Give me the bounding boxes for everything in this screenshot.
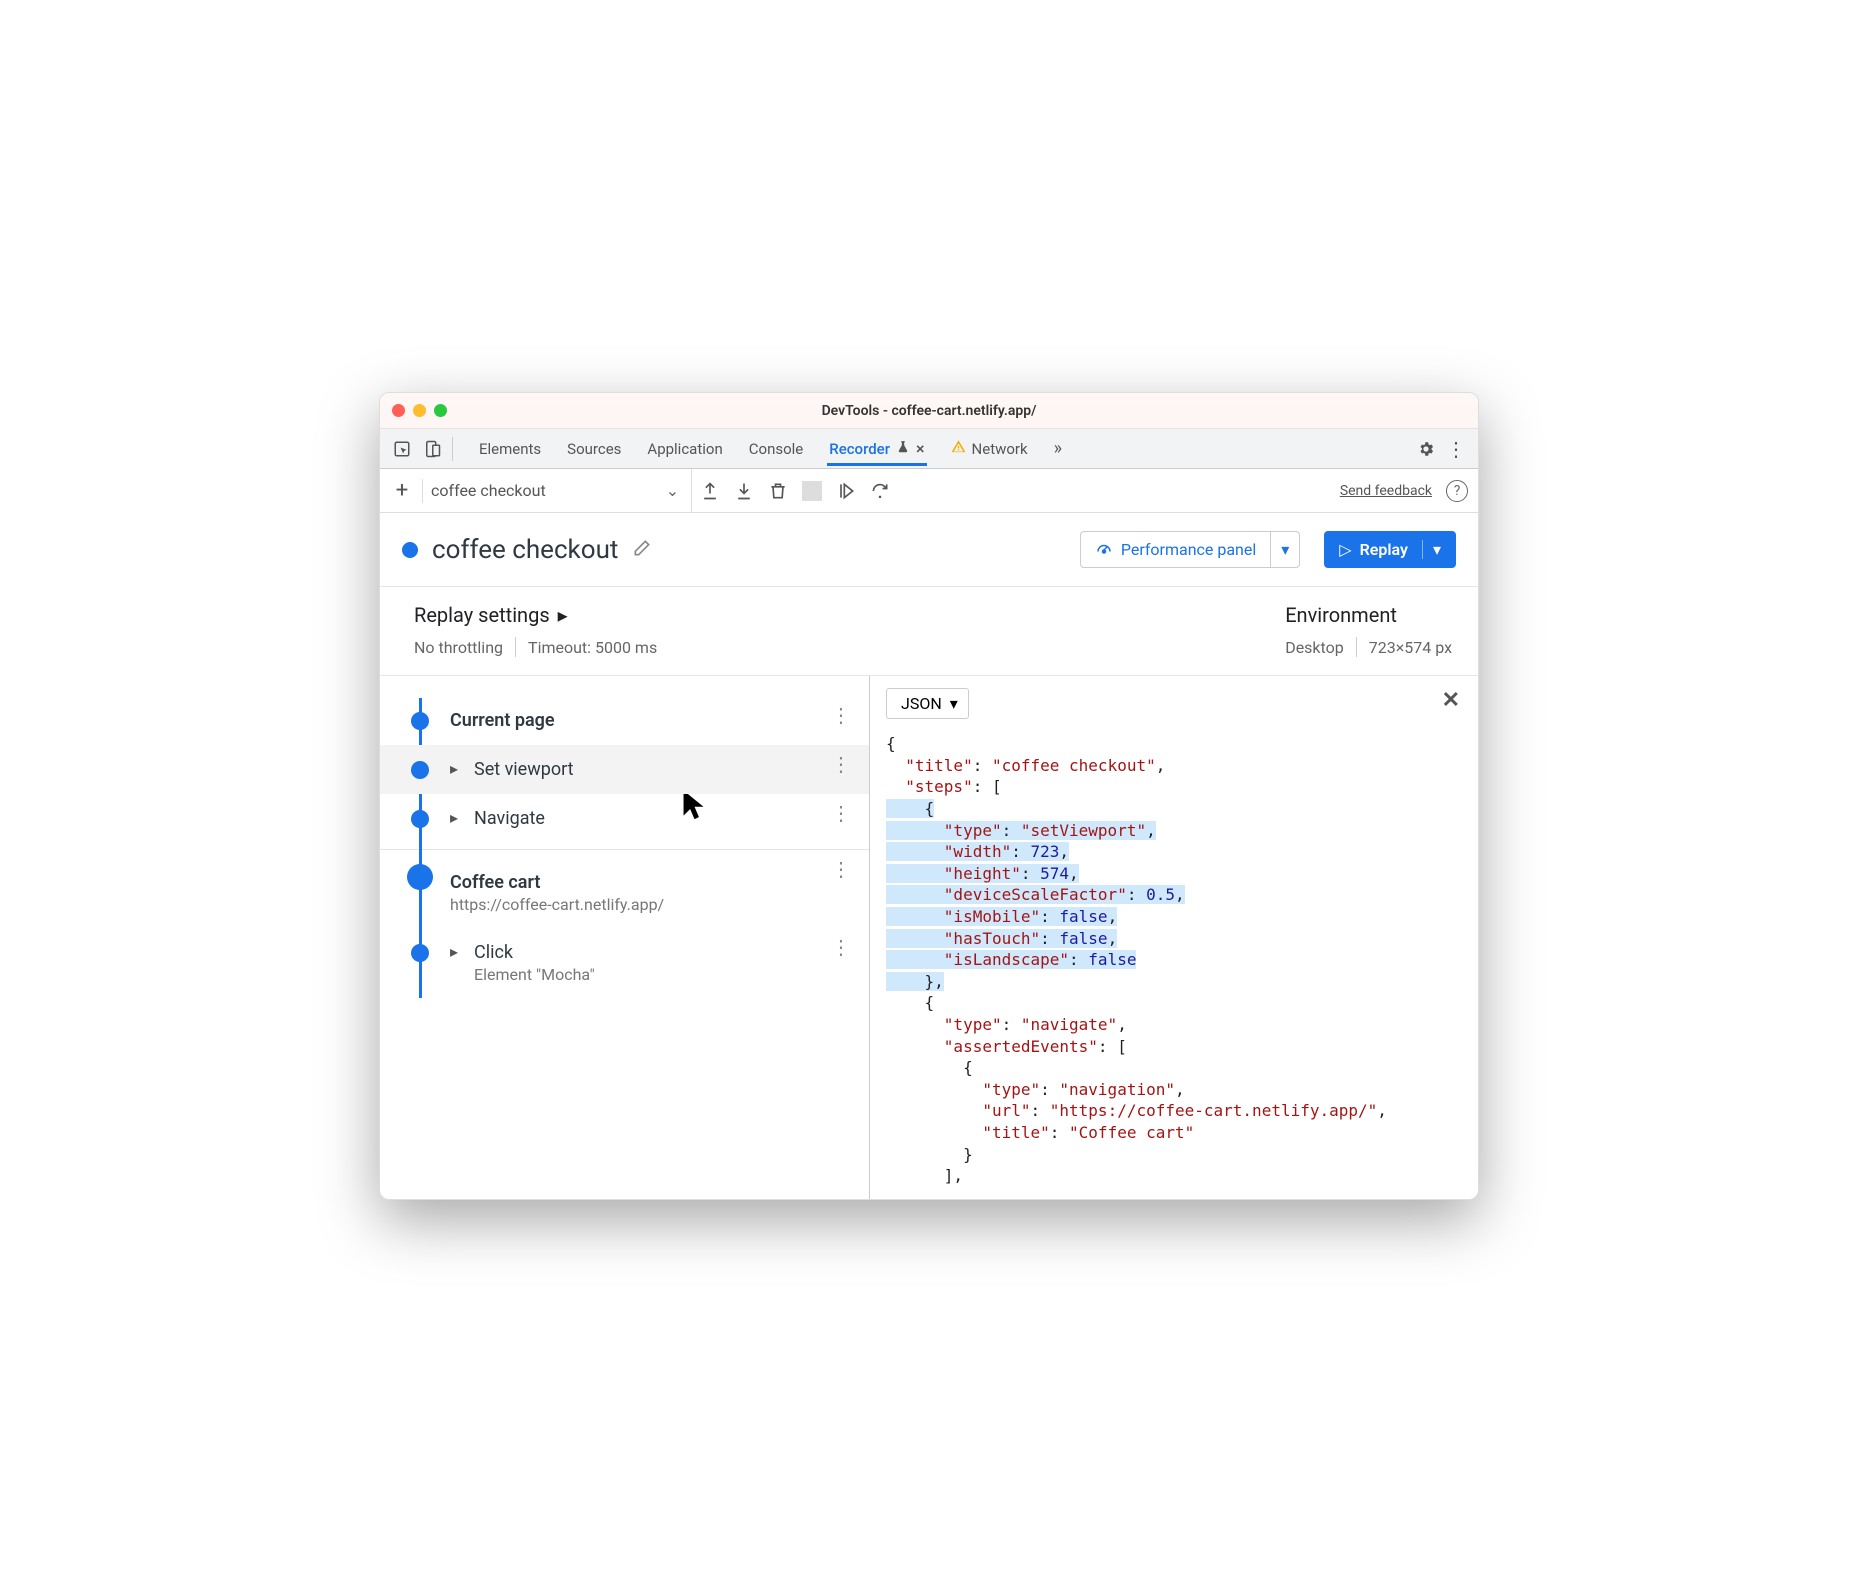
timeline-node-icon: [411, 761, 429, 779]
panel-tabs: Elements Sources Application Console Rec…: [477, 430, 1064, 467]
format-selector[interactable]: JSON ▾: [886, 688, 969, 719]
performance-panel-button[interactable]: Performance panel ▾: [1080, 531, 1300, 568]
step-subtitle: Element "Mocha": [474, 965, 595, 984]
edit-title-icon[interactable]: [632, 538, 652, 562]
chevron-down-icon: ⌄: [666, 481, 679, 500]
step-menu-icon[interactable]: ⋮: [831, 944, 851, 950]
close-tab-icon[interactable]: ×: [916, 439, 925, 458]
settings-row: Replay settings ▸ No throttling Timeout:…: [380, 587, 1478, 676]
env-viewport: 723×574 px: [1369, 638, 1452, 657]
recording-title: coffee checkout: [432, 535, 618, 565]
more-tabs-icon[interactable]: »: [1052, 430, 1064, 467]
throttling-value: No throttling: [414, 638, 503, 657]
inspect-element-icon[interactable]: [388, 435, 416, 463]
play-icon: ▷: [1339, 540, 1351, 559]
more-menu-icon[interactable]: ⋮: [1442, 435, 1470, 463]
step-title: Click: [474, 942, 595, 963]
new-recording-icon[interactable]: +: [390, 478, 414, 503]
recording-selector[interactable]: coffee checkout ⌄: [431, 469, 692, 512]
tab-sources[interactable]: Sources: [565, 432, 623, 466]
timeout-value: Timeout: 5000 ms: [528, 638, 657, 657]
step-menu-icon[interactable]: ⋮: [831, 761, 851, 767]
performance-panel-label: Performance panel: [1121, 540, 1256, 559]
json-output: { "title": "coffee checkout", "steps": […: [886, 733, 1462, 1186]
step-click[interactable]: ▸ Click Element "Mocha" ⋮: [380, 928, 869, 998]
gauge-icon: [1095, 541, 1113, 559]
step-coffee-cart[interactable]: Coffee cart https://coffee-cart.netlify.…: [380, 850, 869, 928]
send-feedback-link[interactable]: Send feedback: [1340, 483, 1432, 499]
device-toolbar-icon[interactable]: [418, 435, 446, 463]
flask-icon: [896, 440, 910, 458]
code-pane: JSON ▾ ✕ { "title": "coffee checkout", "…: [870, 676, 1478, 1198]
env-device: Desktop: [1285, 638, 1344, 657]
import-icon[interactable]: [734, 481, 754, 501]
performance-dropdown-icon[interactable]: ▾: [1270, 532, 1299, 567]
tab-application[interactable]: Application: [645, 432, 724, 466]
tab-recorder[interactable]: Recorder ×: [827, 431, 926, 466]
devtools-window: DevTools - coffee-cart.netlify.app/ Elem…: [379, 392, 1479, 1199]
step-current-page[interactable]: Current page ⋮: [380, 696, 869, 745]
format-label: JSON: [901, 694, 942, 713]
minimize-window-icon[interactable]: [413, 404, 426, 417]
replay-settings-toggle[interactable]: Replay settings ▸: [414, 603, 657, 627]
step-over-icon[interactable]: [870, 481, 890, 501]
settings-gear-icon[interactable]: [1412, 435, 1440, 463]
step-title: Set viewport: [474, 759, 574, 780]
timeline-node-icon: [407, 864, 433, 890]
replay-label: Replay: [1360, 540, 1408, 559]
warning-icon: [951, 439, 966, 458]
recording-selector-label: coffee checkout: [431, 481, 546, 500]
environment-heading: Environment: [1285, 603, 1452, 627]
step-menu-icon[interactable]: ⋮: [831, 810, 851, 816]
step-title: Coffee cart: [450, 872, 664, 893]
fullscreen-window-icon[interactable]: [434, 404, 447, 417]
devtools-tabstrip: Elements Sources Application Console Rec…: [380, 429, 1478, 469]
replay-dropdown-icon[interactable]: ▾: [1422, 540, 1441, 559]
timeline-node-icon: [411, 810, 429, 828]
traffic-lights: [392, 404, 447, 417]
export-icon[interactable]: [700, 481, 720, 501]
timeline-node-icon: [411, 712, 429, 730]
toolbar-actions: [700, 481, 890, 501]
step-title: Current page: [450, 710, 555, 731]
recorder-body: Current page ⋮ ▸ Set viewport ⋮ ▸: [380, 676, 1478, 1198]
expand-icon[interactable]: ▸: [450, 759, 464, 778]
recorder-toolbar: + coffee checkout ⌄ Send feedback ?: [380, 469, 1478, 513]
step-menu-icon[interactable]: ⋮: [831, 866, 851, 872]
step-subtitle: https://coffee-cart.netlify.app/: [450, 895, 664, 914]
tab-elements[interactable]: Elements: [477, 432, 543, 466]
tab-recorder-label: Recorder: [829, 440, 890, 458]
close-window-icon[interactable]: [392, 404, 405, 417]
tab-console[interactable]: Console: [747, 432, 806, 466]
step-navigate[interactable]: ▸ Navigate ⋮: [380, 794, 869, 843]
recording-status-icon: [402, 542, 418, 558]
tab-network[interactable]: Network: [949, 431, 1030, 466]
help-icon[interactable]: ?: [1446, 480, 1468, 502]
step-set-viewport[interactable]: ▸ Set viewport ⋮: [380, 745, 869, 794]
chevron-right-icon: ▸: [558, 603, 568, 627]
timeline-node-icon: [411, 944, 429, 962]
steps-pane: Current page ⋮ ▸ Set viewport ⋮ ▸: [380, 676, 870, 1198]
expand-icon[interactable]: ▸: [450, 808, 464, 827]
delete-icon[interactable]: [768, 481, 788, 501]
replay-button[interactable]: ▷ Replay ▾: [1324, 531, 1456, 568]
step-play-icon[interactable]: [836, 481, 856, 501]
macos-titlebar: DevTools - coffee-cart.netlify.app/: [380, 393, 1478, 429]
window-title: DevTools - coffee-cart.netlify.app/: [380, 403, 1478, 419]
separator: [452, 437, 453, 461]
expand-icon[interactable]: ▸: [450, 942, 464, 961]
replay-settings-label: Replay settings: [414, 603, 550, 627]
tab-network-label: Network: [972, 440, 1028, 458]
step-menu-icon[interactable]: ⋮: [831, 712, 851, 718]
close-code-icon[interactable]: ✕: [1442, 688, 1460, 713]
chevron-down-icon: ▾: [950, 694, 958, 713]
step-title: Navigate: [474, 808, 545, 829]
recording-header: coffee checkout Performance panel ▾ ▷ Re…: [380, 513, 1478, 587]
